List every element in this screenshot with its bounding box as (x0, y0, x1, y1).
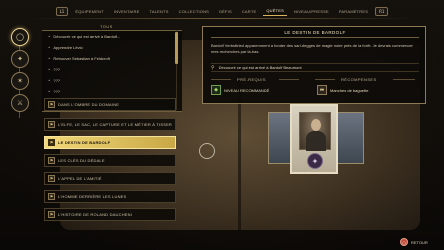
requirement-label: NIVEAU RECOMMANDÉ (224, 87, 270, 93)
quest-flag-icon: ⚑ (48, 211, 55, 218)
quest-flag-icon: ⚑ (48, 101, 55, 108)
quest-description: Bardolf Verbsttried apparemment a fonder… (211, 43, 413, 54)
quest-detail-panel: LE DESTIN DE BARDOLF Bardolf Verbsttried… (202, 26, 426, 104)
quest-row[interactable]: ⚑ LES CLÉS DU DÉDALE (44, 154, 176, 167)
top-navigation: L1 ÉQUIPEMENT INVENTAIRE TALENTS COLLECT… (0, 4, 444, 18)
quest-objective: ⚲ Découvrir ce qui est arrivé à Bardolf … (211, 63, 419, 72)
tab-defis[interactable]: DÉFIS (216, 7, 235, 16)
quest-list-panel: TOUS • Découvrir ce qui est arrivé à Bard… (42, 22, 182, 242)
tab-carte[interactable]: CARTE (239, 7, 259, 16)
next-tab-key[interactable]: R1 (375, 6, 389, 16)
tab-inventaire[interactable]: INVENTAIRE (111, 7, 143, 16)
portrait-body (306, 131, 326, 151)
tracked-item[interactable]: • Retrouver Sebastian à Feldcroft (48, 56, 110, 61)
requirement-item: ◆ NIVEAU RECOMMANDÉ (211, 85, 269, 95)
tab-parametres[interactable]: PARAMÈTRES (336, 7, 371, 16)
quest-row[interactable]: ⚑ L'HISTOIRE DE ROLAND DAUCHENI (44, 208, 176, 221)
filter-side-quest-icon[interactable]: ✶ (11, 72, 29, 90)
bullet-icon: • (48, 78, 51, 83)
npc-portrait (299, 112, 331, 151)
back-label: RETOUR (411, 239, 428, 245)
house-crest-icon: ✦ (307, 153, 323, 169)
tracked-item[interactable]: • Apprendre Lévio (48, 45, 83, 50)
filter-all-icon[interactable]: ◯ (11, 28, 29, 46)
wand-handle-icon: ▬ (317, 85, 327, 95)
quest-card-portrait: ✦ (290, 104, 338, 174)
bullet-icon: • (48, 45, 51, 50)
tracked-item-label: ??? (53, 89, 61, 94)
divider (279, 79, 299, 80)
tab-collections[interactable]: COLLECTIONS (176, 7, 212, 16)
filter-relationship-icon[interactable]: ⚔ (11, 94, 29, 112)
prev-tab-key[interactable]: L1 (55, 6, 69, 16)
cursor-ring (199, 143, 215, 159)
objective-text: Découvrir ce qui est arrivé à Bardolf Be… (218, 65, 302, 70)
quest-row[interactable]: ⚑ L'APPEL DE L'AMITIÉ (44, 172, 176, 185)
nav-divider (30, 18, 414, 19)
quest-flag-icon: ⚑ (48, 157, 55, 164)
bullet-icon: • (48, 67, 51, 72)
tracked-item-label: Retrouver Sebastian à Feldcroft (53, 56, 110, 61)
bullet-icon: • (48, 56, 51, 61)
tracked-item[interactable]: •??? (48, 89, 60, 94)
tracked-item-label: ??? (53, 67, 61, 72)
quest-row-selected[interactable]: ⚑ LE DESTIN DE BARDOLF (44, 136, 176, 149)
quest-name: L'HOMME DERRIÈRE LES LUNES (58, 194, 127, 199)
quest-name: DANS L'OMBRE DU DOMAINE (58, 102, 120, 107)
tab-quetes[interactable]: QUÊTES (263, 6, 287, 16)
quest-flag-icon: ⚑ (48, 175, 55, 182)
location-pin-icon: ⚲ (211, 64, 215, 71)
back-button[interactable]: ○ RETOUR (400, 238, 428, 246)
tab-equipement[interactable]: ÉQUIPEMENT (72, 7, 106, 16)
circle-button-icon: ○ (400, 238, 408, 246)
quest-title: LE DESTIN DE BARDOLF (211, 27, 419, 38)
level-icon: ◆ (211, 85, 221, 95)
tracked-item[interactable]: •??? (48, 78, 60, 83)
tracked-item[interactable]: • Découvrir ce qui est arrivé à Bardolf..… (48, 34, 120, 39)
quest-row[interactable]: ⚑ DANS L'OMBRE DU DOMAINE (44, 98, 176, 111)
quest-name: LES CLÉS DU DÉDALE (58, 158, 105, 163)
divider (315, 79, 335, 80)
quest-name: L'ELFE, LE SAC, LE CAPTURE ET LE MÉTIER … (58, 122, 173, 127)
quest-flag-icon: ⚑ (48, 193, 55, 200)
quest-flag-icon: ⚑ (48, 121, 55, 128)
portrait-head (311, 119, 321, 131)
tracked-item-label: ??? (53, 78, 61, 83)
quest-name: L'APPEL DE L'AMITIÉ (58, 176, 102, 181)
tracked-item[interactable]: •??? (48, 67, 60, 72)
tracked-item-label: Découvrir ce qui est arrivé à Bardolf... (53, 34, 121, 39)
quest-filter-rail: ◯ ✦ ✶ ⚔ (8, 28, 34, 118)
bullet-icon: • (48, 34, 51, 39)
rewards-header: RÉCOMPENSES (341, 77, 377, 82)
reward-label: Manches de baguette (330, 87, 369, 93)
quest-name: LE DESTIN DE BARDOLF (58, 140, 111, 145)
tab-niveau[interactable]: NIVEAU/PRESSE (291, 7, 332, 16)
quest-name: L'HISTOIRE DE ROLAND DAUCHENI (58, 212, 133, 217)
filter-main-quest-icon[interactable]: ✦ (11, 50, 29, 68)
tracked-item-label: Apprendre Lévio (53, 45, 83, 50)
bullet-icon: • (48, 89, 51, 94)
divider (393, 79, 415, 80)
quest-row[interactable]: ⚑ L'ELFE, LE SAC, LE CAPTURE ET LE MÉTIE… (44, 118, 176, 131)
list-scroll-thumb[interactable] (175, 32, 178, 64)
quest-row[interactable]: ⚑ L'HOMME DERRIÈRE LES LUNES (44, 190, 176, 203)
quest-flag-icon: ⚑ (48, 139, 55, 146)
list-category-label: TOUS (100, 24, 113, 29)
divider (211, 79, 231, 80)
tab-talents[interactable]: TALENTS (147, 7, 172, 16)
requirements-header: PRÉ-REQUIS (237, 77, 266, 82)
reward-item[interactable]: ▬ Manches de baguette (317, 85, 368, 95)
